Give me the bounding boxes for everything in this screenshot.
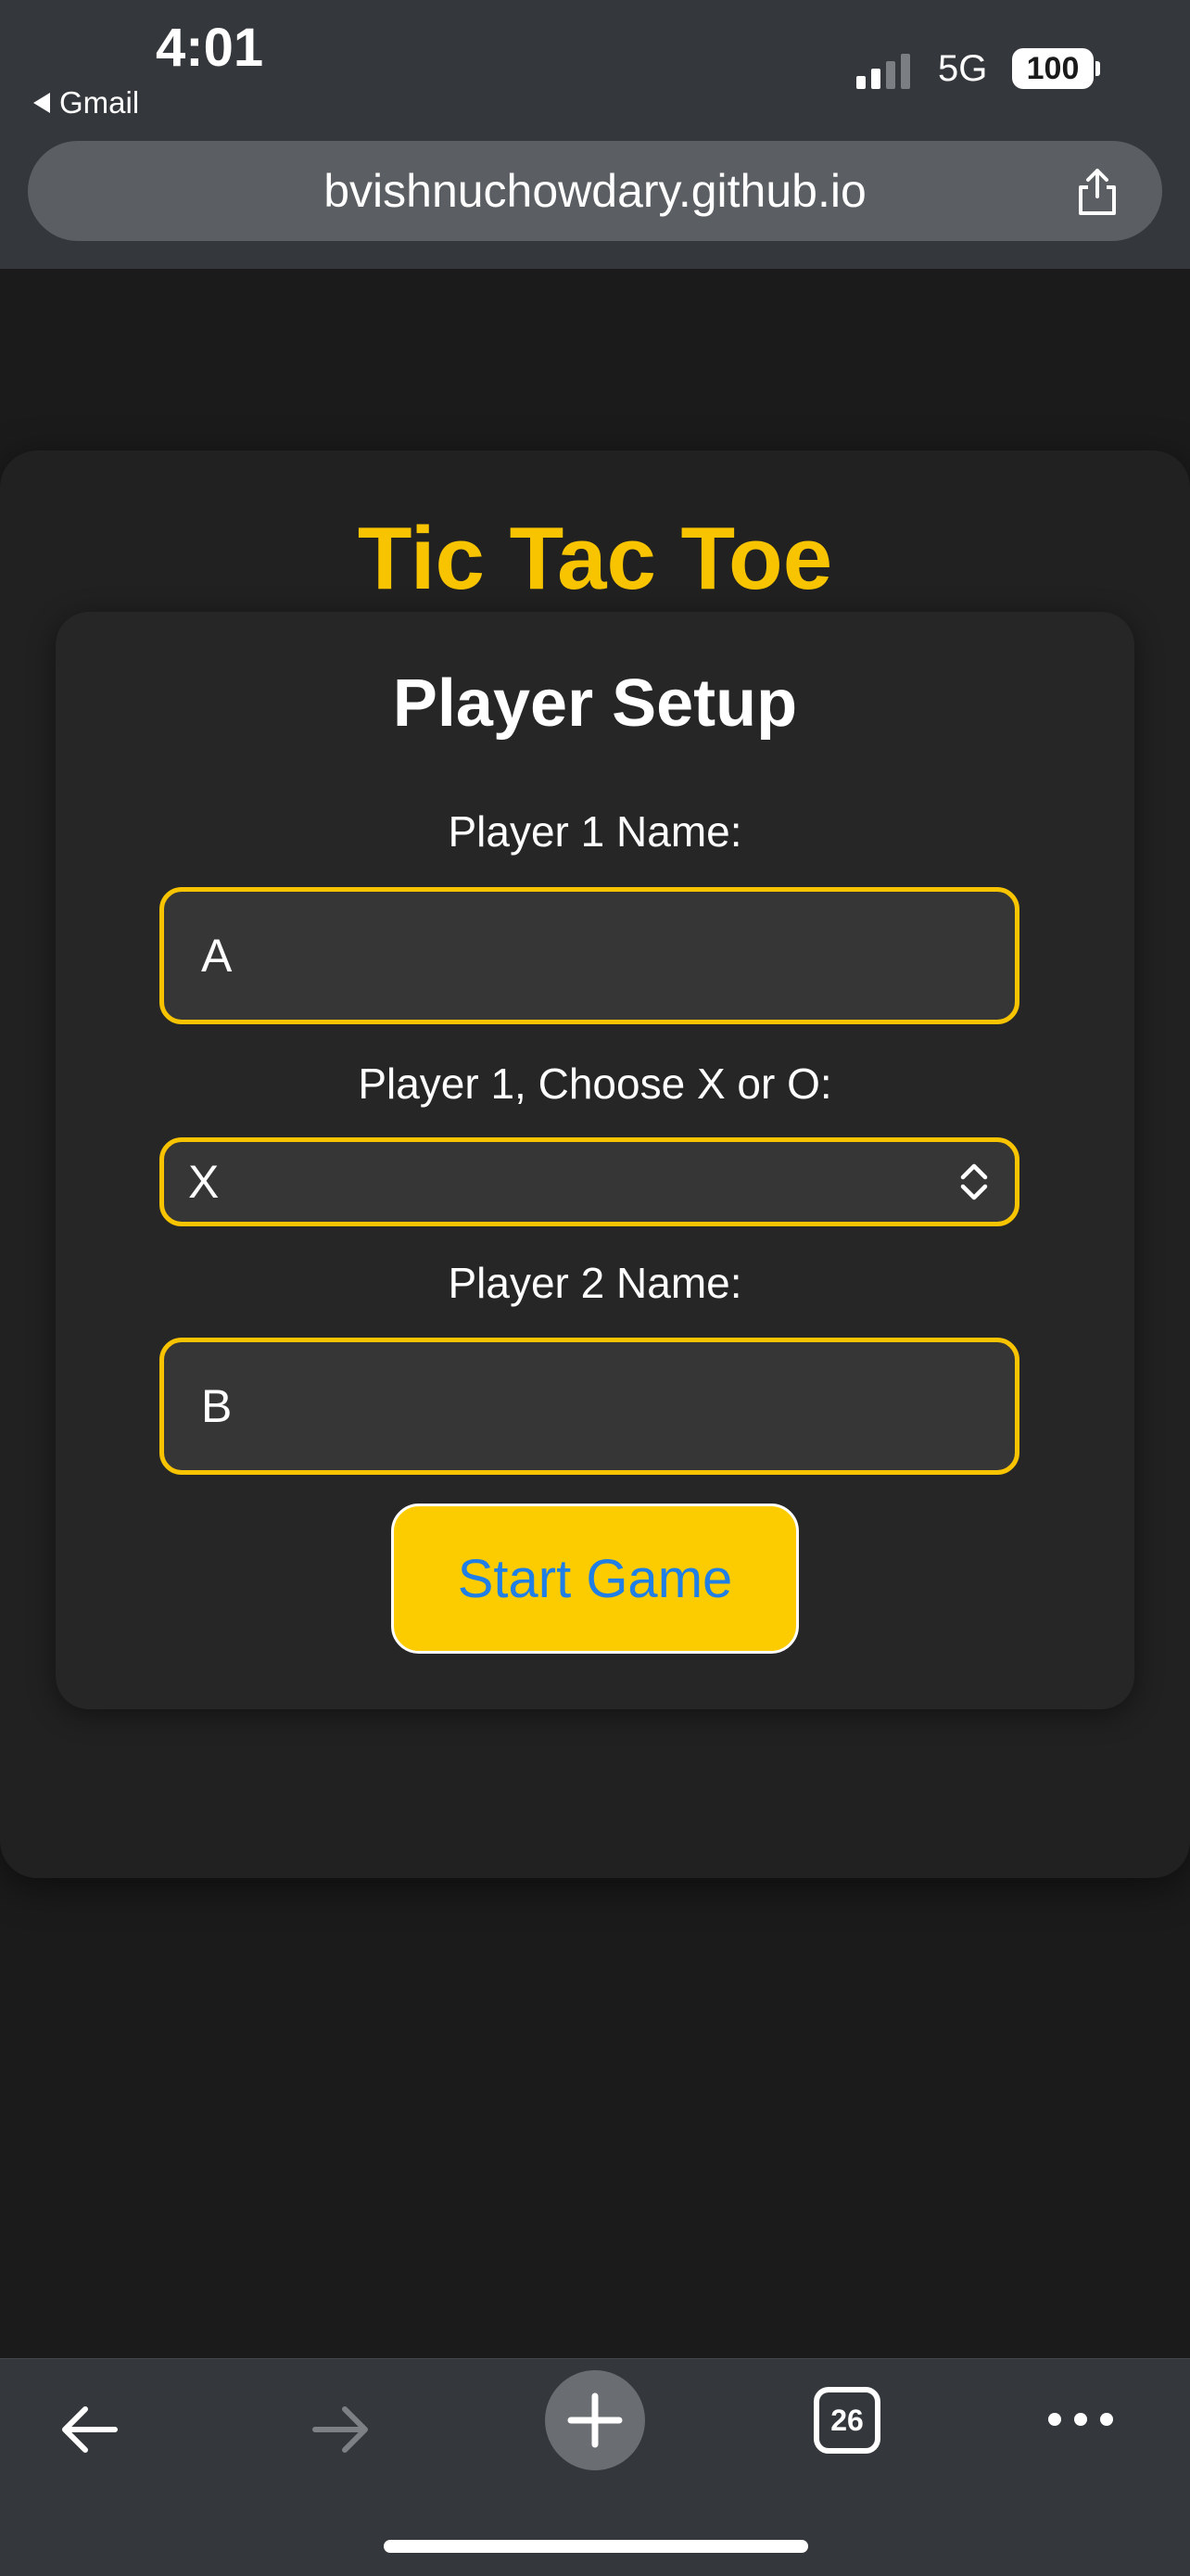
signal-icon <box>856 52 910 89</box>
address-bar[interactable]: bvishnuchowdary.github.io <box>28 141 1162 241</box>
forward-arrow-icon[interactable] <box>306 2394 376 2465</box>
page-title: Tic Tac Toe <box>357 509 833 608</box>
player2-name-label: Player 2 Name: <box>448 1259 742 1307</box>
chevron-updown-icon <box>960 1163 988 1200</box>
start-game-button[interactable]: Start Game <box>391 1504 799 1654</box>
more-icon[interactable] <box>1044 2405 1118 2433</box>
battery-icon: 100 <box>1012 48 1094 89</box>
player2-name-value: B <box>201 1380 233 1432</box>
share-icon[interactable] <box>1071 165 1123 217</box>
home-indicator <box>384 2540 808 2553</box>
tabs-icon[interactable]: 26 <box>814 2387 880 2454</box>
back-to-app-link[interactable]: Gmail <box>33 85 139 121</box>
back-arrow-icon[interactable] <box>54 2394 124 2465</box>
plus-icon[interactable] <box>545 2370 645 2470</box>
symbol-select-value: X <box>188 1156 220 1208</box>
network-type: 5G <box>938 48 988 89</box>
symbol-select[interactable]: X <box>159 1137 1019 1226</box>
back-app-label: Gmail <box>59 85 140 120</box>
address-url: bvishnuchowdary.github.io <box>323 165 867 217</box>
player1-name-label: Player 1 Name: <box>448 807 742 856</box>
status-time: 4:01 <box>156 18 264 78</box>
symbol-choice-label: Player 1, Choose X or O: <box>358 1060 832 1108</box>
setup-heading: Player Setup <box>392 666 798 741</box>
player2-name-input[interactable]: B <box>159 1338 1019 1475</box>
battery-tip <box>1095 61 1100 76</box>
browser-top-chrome: 4:01 Gmail 5G 100 bvishnuchowdary.github… <box>0 0 1190 269</box>
back-triangle-icon <box>33 93 50 113</box>
player1-name-value: A <box>201 930 233 982</box>
player1-name-input[interactable]: A <box>159 887 1019 1024</box>
